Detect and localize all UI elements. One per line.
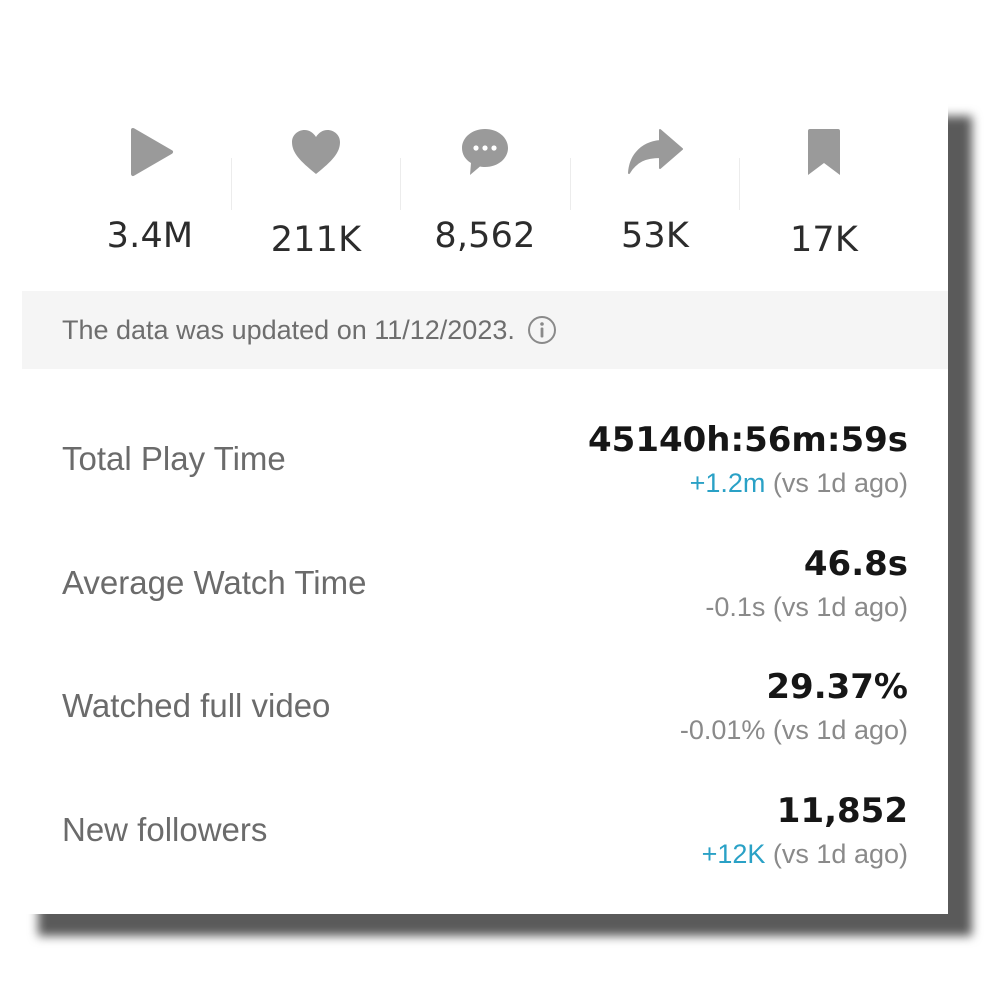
stat-saves[interactable]: 17K: [739, 122, 909, 262]
comment-icon: [455, 122, 515, 182]
stat-likes[interactable]: 211K: [231, 122, 401, 262]
metric-delta: +12K (vs 1d ago): [702, 839, 908, 870]
play-icon: [120, 122, 180, 182]
metric-value: 45140h:56m:59s: [588, 420, 908, 460]
delta-value: -0.01%: [679, 715, 766, 745]
update-notice: The data was updated on 11/12/2023.: [62, 314, 515, 345]
metric-row-new-followers: New followers 11,852 +12K (vs 1d ago): [22, 777, 948, 887]
engagement-stats: 3.4M 211K 8,562 53K 17K: [22, 100, 948, 290]
metric-row-total-play-time: Total Play Time 45140h:56m:59s +1.2m (vs…: [22, 406, 948, 516]
metric-delta: +1.2m (vs 1d ago): [690, 468, 908, 499]
metric-label: Watched full video: [62, 687, 331, 724]
delta-value: -0.1s: [705, 592, 766, 622]
delta-suffix: (vs 1d ago): [765, 592, 908, 622]
delta-suffix: (vs 1d ago): [765, 715, 908, 745]
metric-delta: -0.1s (vs 1d ago): [705, 592, 908, 623]
metric-value: 29.37%: [766, 667, 908, 707]
heart-icon: [286, 122, 346, 182]
metric-delta: -0.01% (vs 1d ago): [680, 715, 908, 746]
metric-row-watched-full-video: Watched full video 29.37% -0.01% (vs 1d …: [22, 653, 948, 763]
bookmark-icon: [794, 122, 854, 182]
delta-suffix: (vs 1d ago): [765, 839, 908, 869]
stat-comments[interactable]: 8,562: [400, 122, 570, 262]
metric-label: Average Watch Time: [62, 564, 367, 601]
delta-suffix: (vs 1d ago): [765, 468, 908, 498]
metric-label: New followers: [62, 811, 268, 848]
metric-value: 46.8s: [803, 544, 908, 584]
metric-row-average-watch-time: Average Watch Time 46.8s -0.1s (vs 1d ag…: [22, 530, 948, 640]
metric-label: Total Play Time: [62, 440, 286, 477]
delta-value: +1.2m: [689, 468, 766, 498]
stat-plays[interactable]: 3.4M: [65, 122, 235, 262]
comments-count: 8,562: [434, 216, 536, 256]
info-icon[interactable]: [527, 315, 557, 345]
update-banner: The data was updated on 11/12/2023.: [22, 291, 948, 369]
video-analytics-card: 3.4M 211K 8,562 53K 17K The data was upd…: [22, 100, 948, 914]
likes-count: 211K: [270, 220, 362, 260]
delta-value: +12K: [701, 839, 766, 869]
stat-shares[interactable]: 53K: [570, 122, 740, 262]
plays-count: 3.4M: [106, 216, 194, 256]
shares-count: 53K: [620, 216, 690, 256]
saves-count: 17K: [789, 220, 859, 260]
metric-value: 11,852: [776, 791, 908, 831]
share-icon: [625, 122, 685, 182]
